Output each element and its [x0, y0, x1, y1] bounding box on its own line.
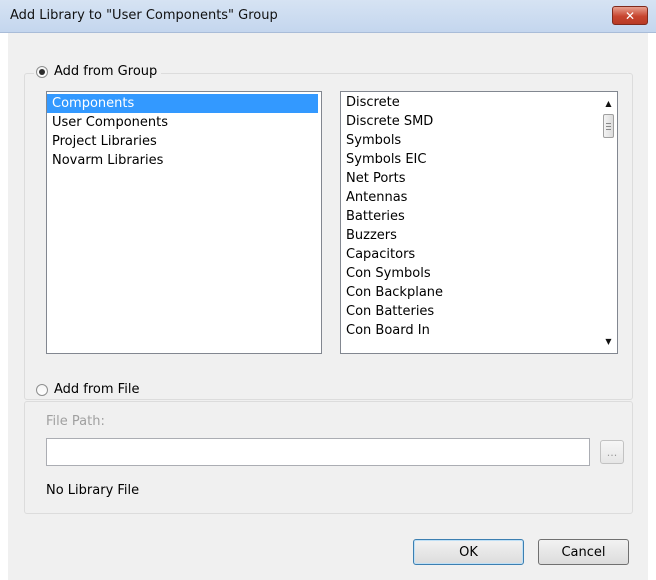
library-list-item[interactable]: Con Batteries	[341, 302, 617, 321]
library-file-status: No Library File	[46, 483, 140, 498]
library-list-item[interactable]: Batteries	[341, 207, 617, 226]
add-from-group-radio[interactable]: Add from Group	[34, 64, 162, 79]
library-list-item[interactable]: Con Backplane	[341, 283, 617, 302]
library-list-item[interactable]: Con Symbols	[341, 264, 617, 283]
group-list-item[interactable]: Components	[47, 94, 318, 113]
scroll-thumb[interactable]	[603, 114, 614, 138]
group-list-item[interactable]: User Components	[47, 113, 321, 132]
ellipsis-icon: ...	[606, 445, 618, 459]
library-list-item[interactable]: Antennas	[341, 188, 617, 207]
library-list-item[interactable]: Net Ports	[341, 169, 617, 188]
group-list-item[interactable]: Project Libraries	[47, 132, 321, 151]
radio-unchecked-icon	[36, 383, 48, 396]
window-title: Add Library to "User Components" Group	[10, 8, 278, 23]
library-items: Discrete Discrete SMD Symbols Symbols EIC Ne…	[341, 93, 617, 340]
title-bar: Add Library to "User Components" Group ✕	[0, 0, 656, 33]
scroll-up-icon[interactable]: ▲	[600, 95, 617, 112]
library-list-item[interactable]: Symbols	[341, 131, 617, 150]
add-from-file-label: Add from File	[54, 382, 140, 397]
radio-checked-icon	[36, 65, 48, 78]
library-scrollbar[interactable]: ▲ ▼	[600, 92, 617, 353]
library-list-item[interactable]: Buzzers	[341, 226, 617, 245]
library-list-item[interactable]: Symbols EIC	[341, 150, 617, 169]
close-button[interactable]: ✕	[612, 6, 648, 25]
ok-button[interactable]: OK	[413, 539, 524, 565]
library-list-item[interactable]: Discrete SMD	[341, 112, 617, 131]
library-listbox[interactable]: Discrete Discrete SMD Symbols Symbols EIC Ne…	[340, 91, 618, 354]
file-path-label: File Path:	[46, 414, 105, 429]
library-list-item[interactable]: Capacitors	[341, 245, 617, 264]
add-from-group-label: Add from Group	[54, 64, 158, 79]
dialog-body: Add from Group Components User Components…	[8, 33, 648, 580]
browse-button[interactable]: ...	[600, 440, 624, 464]
library-list-item[interactable]: Discrete	[341, 93, 617, 112]
add-from-file-radio[interactable]: Add from File	[34, 382, 144, 397]
group-listbox[interactable]: Components User Components Project Librari…	[46, 91, 322, 354]
cancel-button[interactable]: Cancel	[538, 539, 629, 565]
library-list-item[interactable]: Con Board In	[341, 321, 617, 340]
scroll-down-icon[interactable]: ▼	[600, 333, 617, 350]
group-list-item[interactable]: Novarm Libraries	[47, 151, 321, 170]
file-path-input[interactable]	[46, 438, 590, 466]
close-icon: ✕	[624, 8, 636, 23]
